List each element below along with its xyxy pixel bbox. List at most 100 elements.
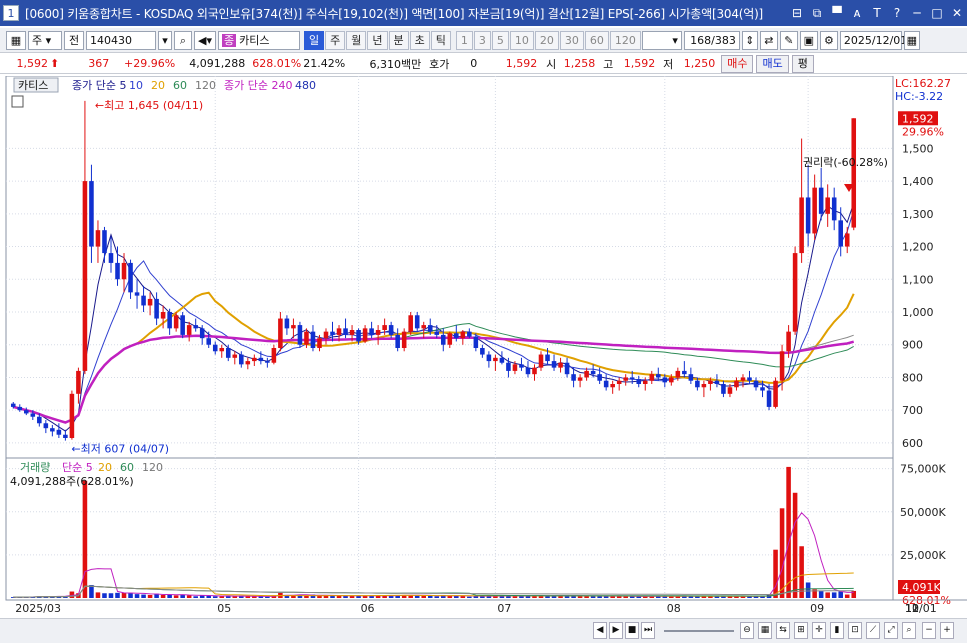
zoom-plus-icon[interactable]: + bbox=[940, 622, 954, 639]
type-select[interactable]: 주 ▾ bbox=[28, 30, 62, 50]
code-input[interactable]: 140430 bbox=[86, 30, 156, 50]
time-tick-label: 05 bbox=[217, 602, 231, 615]
price-tick-label: 900 bbox=[902, 339, 923, 352]
date-input[interactable]: 2025/12/01 bbox=[839, 30, 907, 50]
volume-bar bbox=[336, 595, 342, 598]
candle-body bbox=[688, 374, 694, 381]
volume-bar bbox=[773, 549, 778, 598]
price-legend-item: 480 bbox=[295, 79, 316, 92]
zoom-slider[interactable] bbox=[664, 630, 734, 632]
save-icon[interactable]: ▣ bbox=[799, 30, 818, 50]
candle-body bbox=[786, 331, 791, 352]
period-button[interactable]: 일 bbox=[304, 30, 325, 50]
draw-icon[interactable]: ✎ bbox=[779, 30, 798, 50]
interval-button[interactable]: 3 bbox=[473, 30, 491, 50]
candle-body bbox=[584, 370, 589, 378]
candle-body bbox=[245, 361, 251, 365]
volume-bar bbox=[95, 592, 101, 598]
link-icon[interactable]: ⇄ bbox=[759, 30, 778, 50]
stop-icon[interactable]: ■ bbox=[625, 622, 639, 639]
high-price: 1,592 bbox=[623, 57, 656, 70]
maximize-icon[interactable]: □ bbox=[929, 5, 945, 21]
interval-button[interactable]: 10 bbox=[509, 30, 534, 50]
candle-body bbox=[779, 351, 785, 381]
layout-icon[interactable]: ⊟ bbox=[789, 5, 805, 21]
settings-icon[interactable]: ⚙ bbox=[819, 30, 838, 50]
candle-body bbox=[37, 416, 42, 424]
search-chart-icon[interactable]: ⌕ bbox=[902, 622, 916, 639]
candle-body bbox=[460, 331, 466, 339]
volume-legend-item: 단순 5 bbox=[62, 461, 93, 474]
candle-body bbox=[30, 413, 36, 417]
crosshair-icon[interactable]: ✛ bbox=[812, 622, 826, 639]
calendar-icon[interactable]: ▦ bbox=[903, 30, 920, 50]
candle-body bbox=[805, 197, 811, 234]
candle-body bbox=[454, 333, 459, 339]
fast-forward-icon[interactable]: ⏭ bbox=[641, 622, 655, 639]
tile-icon[interactable]: ⧉ bbox=[809, 5, 825, 21]
period-button[interactable]: 초 bbox=[409, 30, 430, 50]
candle-body bbox=[766, 390, 772, 407]
font-icon[interactable]: ᴀ bbox=[849, 5, 865, 21]
price-tick-label: 700 bbox=[902, 404, 923, 417]
sell-button[interactable]: 매도 bbox=[756, 54, 789, 73]
candle-body bbox=[193, 325, 198, 329]
text-icon[interactable]: T bbox=[869, 5, 885, 21]
scroll-left-icon[interactable]: ◀ bbox=[593, 622, 607, 639]
sound-icon[interactable]: ◀▾ bbox=[194, 30, 216, 50]
grid-icon[interactable]: ▦ bbox=[6, 30, 26, 50]
volume-bar bbox=[805, 582, 811, 598]
interval-button[interactable]: 20 bbox=[534, 30, 559, 50]
minimize-icon[interactable]: ─ bbox=[909, 5, 925, 21]
interval-button[interactable]: 60 bbox=[584, 30, 609, 50]
eval-button[interactable]: 평 bbox=[791, 54, 814, 73]
interval-dropdown[interactable]: ▾ bbox=[641, 30, 682, 50]
candle-body bbox=[336, 328, 342, 335]
split-icon[interactable]: ⊞ bbox=[794, 622, 808, 639]
period-button[interactable]: 분 bbox=[388, 30, 409, 50]
price-tick-label: 1,300 bbox=[902, 208, 934, 221]
period-button[interactable]: 월 bbox=[346, 30, 367, 50]
interval-button[interactable]: 30 bbox=[559, 30, 584, 50]
candle-body bbox=[434, 331, 440, 335]
scroll-right-icon[interactable]: ▶ bbox=[609, 622, 623, 639]
stock-chart[interactable]: 600 700 800 900 1,000 1,100 1,200 1,300 1,400 1,5… bbox=[0, 76, 967, 618]
volume-bar bbox=[212, 596, 218, 598]
scroll-icon[interactable]: ⇕ bbox=[741, 30, 758, 50]
volume-bar bbox=[512, 596, 518, 598]
volume-bar bbox=[115, 592, 120, 598]
candle-body bbox=[173, 315, 179, 329]
interval-button[interactable]: 5 bbox=[491, 30, 509, 50]
time-tick-label: 12/01 bbox=[905, 602, 937, 615]
grid-view-icon[interactable]: ▦ bbox=[758, 622, 772, 639]
period-button[interactable]: 틱 bbox=[430, 30, 451, 50]
interval-button[interactable]: 120 bbox=[609, 30, 641, 50]
candle-body bbox=[831, 197, 837, 221]
candle-body bbox=[17, 406, 23, 411]
zoom-out-icon[interactable]: ⊖ bbox=[740, 622, 754, 639]
candle-body bbox=[225, 348, 231, 358]
help-icon[interactable]: ? bbox=[889, 5, 905, 21]
period-button[interactable]: 년 bbox=[367, 30, 388, 50]
period-button[interactable]: 주 bbox=[325, 30, 346, 50]
all-button[interactable]: 전 bbox=[64, 30, 84, 50]
candle-body bbox=[134, 292, 140, 296]
candle-body bbox=[199, 328, 205, 339]
close-icon[interactable]: ✕ bbox=[949, 5, 965, 21]
expand-icon[interactable]: ⤢ bbox=[884, 622, 898, 639]
compare-icon[interactable]: ⇆ bbox=[776, 622, 790, 639]
zoom-minus-icon[interactable]: − bbox=[922, 622, 936, 639]
candle-body bbox=[551, 361, 557, 368]
line-icon[interactable]: ⟋ bbox=[866, 622, 880, 639]
search-icon[interactable]: ⌕ bbox=[174, 30, 192, 50]
buy-button[interactable]: 매수 bbox=[721, 54, 754, 73]
candle-body bbox=[43, 423, 49, 429]
rights-label: 권리락(-60.28%) bbox=[803, 156, 888, 169]
code-dropdown[interactable]: ▾ bbox=[158, 30, 172, 50]
pin-icon[interactable]: ▀ bbox=[829, 5, 845, 21]
volume-legend-item: 60 bbox=[120, 461, 134, 474]
bar-icon[interactable]: ▮ bbox=[830, 622, 844, 639]
interval-button[interactable]: 1 bbox=[455, 30, 473, 50]
volume-bar bbox=[128, 592, 133, 598]
candle-icon[interactable]: ⊡ bbox=[848, 622, 862, 639]
